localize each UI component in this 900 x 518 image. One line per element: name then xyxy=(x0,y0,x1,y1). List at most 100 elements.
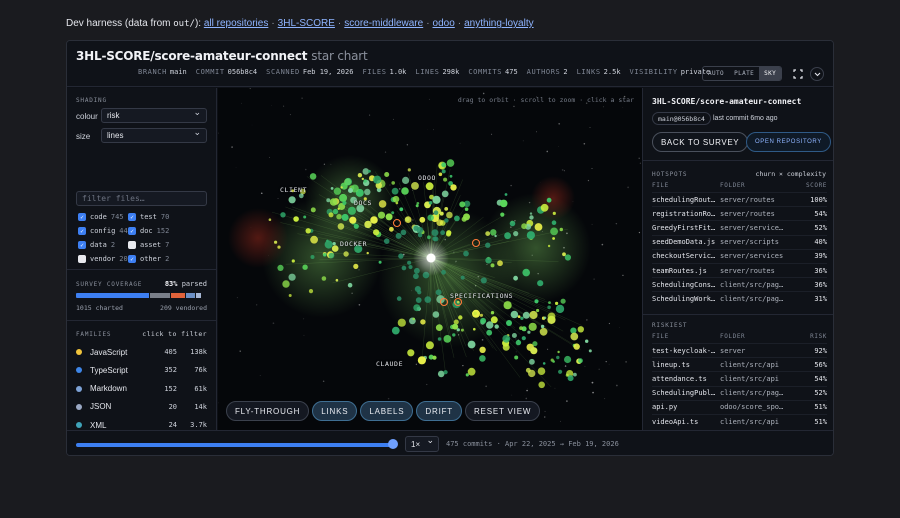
meta-key-links: LINKS xyxy=(576,68,601,76)
riskiest-row[interactable]: attendance.ts client/src/api 54% xyxy=(652,371,827,385)
file-name: SchedulingCons… xyxy=(652,280,716,289)
hotspot-row[interactable]: teamRoutes.js server/routes 36% xyxy=(652,263,827,277)
checkbox[interactable] xyxy=(128,241,136,249)
back-to-survey-button[interactable]: BACK TO SURVEY xyxy=(652,132,749,152)
checkbox[interactable]: ✓ xyxy=(78,227,86,235)
file-star xyxy=(282,280,290,288)
kind-checkbox-data[interactable]: ✓ data 2 xyxy=(78,241,115,249)
file-star xyxy=(503,301,512,310)
coverage-charted: 1015 charted xyxy=(76,304,123,312)
score-value: 39% xyxy=(814,252,827,261)
star-canvas[interactable]: drag to orbit · scroll to zoom · click a… xyxy=(218,88,642,430)
family-name: TypeScript xyxy=(90,365,128,375)
file-star xyxy=(437,370,445,378)
family-item-javascript[interactable]: JavaScript 405 138k xyxy=(76,345,207,359)
file-star xyxy=(567,375,574,382)
family-item-markdown[interactable]: Markdown 152 61k xyxy=(76,382,207,396)
file-star xyxy=(564,254,571,261)
colour-select[interactable]: risk xyxy=(101,107,207,123)
file-star xyxy=(336,214,342,220)
timeline-handle[interactable] xyxy=(388,439,398,449)
kind-checkbox-other[interactable]: ✓ other 2 xyxy=(128,255,169,263)
chevron-down-icon[interactable] xyxy=(810,67,824,81)
background-star xyxy=(615,222,618,225)
drift-toggle[interactable]: DRIFT xyxy=(416,401,462,421)
harness-link-odoo[interactable]: odoo xyxy=(433,18,455,29)
file-star xyxy=(437,337,442,341)
file-star xyxy=(293,216,299,222)
view-mode-auto[interactable]: AUTO xyxy=(703,67,729,80)
file-star xyxy=(298,193,304,199)
kind-label: asset xyxy=(140,241,162,249)
star-field[interactable] xyxy=(218,88,642,430)
filter-files-input[interactable]: filter files… xyxy=(76,191,207,206)
checkbox[interactable]: ✓ xyxy=(128,213,136,221)
hotspot-row[interactable]: checkoutServic… server/services 39% xyxy=(652,248,827,263)
kind-checkbox-vendor[interactable]: vendor 202 xyxy=(78,255,132,263)
reset-view-button[interactable]: RESET VIEW xyxy=(464,401,541,421)
file-star xyxy=(530,347,538,355)
checkbox[interactable]: ✓ xyxy=(78,241,86,249)
hotspot-row[interactable]: seedDemoData.js server/scripts 40% xyxy=(652,234,827,249)
file-star xyxy=(342,200,347,206)
file-star xyxy=(573,343,580,350)
riskiest-row[interactable]: SchedulingPubl… client/src/pag… 52% xyxy=(652,385,827,400)
meta-key-visibility: VISIBILITY xyxy=(629,68,678,76)
fly-through-button[interactable]: FLY-THROUGH xyxy=(226,401,310,421)
file-star xyxy=(467,367,476,376)
kind-count: 70 xyxy=(160,213,170,221)
separator: · xyxy=(271,18,275,29)
hotspot-row[interactable]: GreedyFirstFit… server/service… 52% xyxy=(652,220,827,234)
background-star xyxy=(392,118,394,120)
kind-label: test xyxy=(140,213,157,221)
links-toggle[interactable]: LINKS xyxy=(312,401,358,421)
checkbox[interactable]: ✓ xyxy=(128,227,136,235)
file-star xyxy=(522,311,530,319)
open-repository-button[interactable]: OPEN REPOSITORY xyxy=(746,132,831,152)
riskiest-row[interactable]: videoApi.ts client/src/api 51% xyxy=(652,414,827,428)
kind-checkbox-config[interactable]: ✓ config 44 xyxy=(78,227,128,235)
harness-suffix: ): xyxy=(194,18,202,29)
hotspot-row[interactable]: SchedulingCons… client/src/pag… 36% xyxy=(652,277,827,291)
file-star xyxy=(310,235,318,244)
file-star xyxy=(277,245,281,249)
file-star xyxy=(556,355,560,360)
labels-toggle[interactable]: LABELS xyxy=(360,401,414,421)
coverage-suffix: parsed xyxy=(181,280,207,288)
fullscreen-icon[interactable] xyxy=(791,67,805,81)
checkbox[interactable]: ✓ xyxy=(128,255,136,263)
meta-value-commit: 056b8c4 xyxy=(227,68,258,76)
file-star xyxy=(473,327,476,331)
file-star xyxy=(480,277,487,284)
kind-checkbox-code[interactable]: ✓ code 745 xyxy=(78,213,124,221)
harness-link-middleware[interactable]: score-middleware xyxy=(344,18,423,29)
harness-link-all[interactable]: all repositories xyxy=(204,18,268,29)
file-star xyxy=(389,226,394,232)
hotspot-row[interactable]: schedulingRout… server/routes 100% xyxy=(652,192,827,206)
file-star xyxy=(529,358,535,365)
size-select[interactable]: lines xyxy=(101,127,207,143)
riskiest-row[interactable]: test-keycloak-… server 92% xyxy=(652,343,827,357)
family-item-typescript[interactable]: TypeScript 352 76k xyxy=(76,363,207,377)
harness-link-3hl[interactable]: 3HL-SCORE xyxy=(278,18,335,29)
file-star xyxy=(534,299,539,304)
checkbox[interactable]: ✓ xyxy=(78,213,86,221)
view-mode-sky[interactable]: SKY xyxy=(759,67,782,80)
harness-link-loyalty[interactable]: anything-loyalty xyxy=(464,18,533,29)
file-star xyxy=(339,193,348,202)
kind-checkbox-test[interactable]: ✓ test 70 xyxy=(128,213,169,221)
hotspot-row[interactable]: SchedulingWork… client/src/pag… 31% xyxy=(652,291,827,305)
file-star xyxy=(458,315,463,320)
view-mode-plate[interactable]: PLATE xyxy=(729,67,759,80)
kind-checkbox-doc[interactable]: ✓ doc 152 xyxy=(128,227,169,235)
riskiest-row[interactable]: lineup.ts client/src/api 56% xyxy=(652,357,827,371)
hotspot-row[interactable]: registrationRo… server/routes 54% xyxy=(652,206,827,220)
file-star xyxy=(321,276,327,281)
file-star xyxy=(413,304,421,312)
speed-select[interactable]: 1× xyxy=(405,435,439,452)
checkbox[interactable] xyxy=(78,255,86,263)
timeline-slider[interactable] xyxy=(76,443,396,447)
riskiest-row[interactable]: api.py odoo/score_spo… 51% xyxy=(652,399,827,414)
family-item-json[interactable]: JSON 20 14k xyxy=(76,400,207,414)
kind-checkbox-asset[interactable]: asset 7 xyxy=(128,241,169,249)
